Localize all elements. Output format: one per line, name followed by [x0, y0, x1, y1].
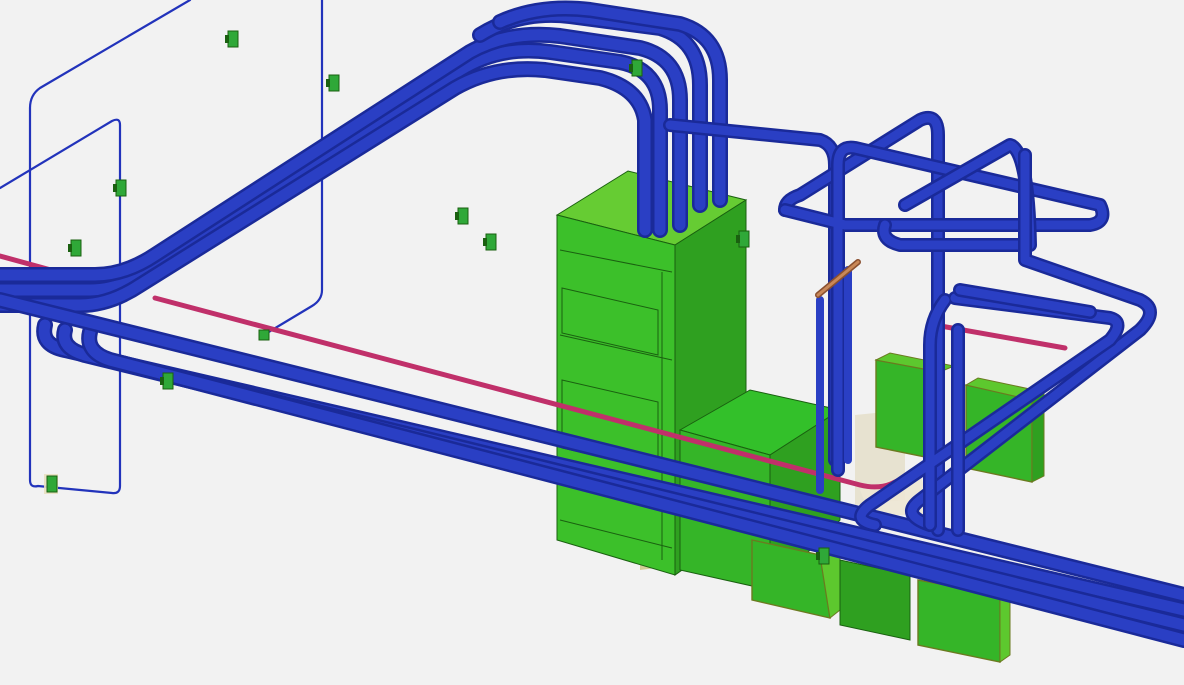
- conduit-clip-icon[interactable]: [225, 30, 239, 48]
- conduit-routing-scene[interactable]: [0, 0, 1184, 685]
- conduit-clip-icon[interactable]: [326, 74, 340, 92]
- conduit-clip-icon[interactable]: [113, 179, 127, 197]
- 3d-model-viewport[interactable]: [0, 0, 1184, 685]
- conduit-clip-icon[interactable]: [68, 239, 82, 257]
- conduit-clip-icon[interactable]: [258, 329, 270, 341]
- conduit-clip-icon[interactable]: [483, 233, 497, 251]
- conduit-clip-icon[interactable]: [455, 207, 469, 225]
- junction-box-icon[interactable]: [44, 474, 58, 494]
- right-loop-conduits[interactable]: [778, 111, 1157, 537]
